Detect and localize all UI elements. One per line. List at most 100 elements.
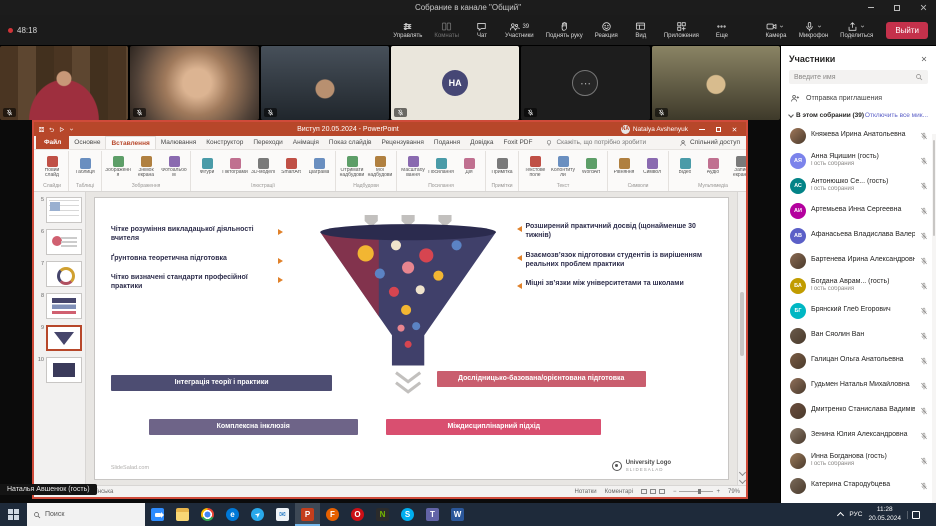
micoff-icon[interactable] bbox=[920, 432, 928, 440]
slide-thumbnail[interactable] bbox=[46, 293, 82, 319]
micoff-icon[interactable] bbox=[920, 257, 928, 265]
micoff-icon[interactable] bbox=[920, 132, 928, 140]
ppt-tab[interactable]: Файл bbox=[36, 136, 69, 149]
ppt-tab[interactable]: Малювання bbox=[156, 136, 201, 149]
micoff-icon[interactable] bbox=[920, 157, 928, 165]
video-tile[interactable] bbox=[261, 46, 389, 120]
toolbar-manage-button[interactable]: Управлять bbox=[388, 20, 427, 40]
ppt-tab[interactable]: Подання bbox=[429, 136, 465, 149]
taskbar-app-edge[interactable]: e bbox=[220, 503, 245, 526]
view-mode-buttons[interactable] bbox=[641, 489, 665, 494]
ribbon-button[interactable]: Новий слайд bbox=[39, 156, 65, 179]
micoff-icon[interactable] bbox=[920, 232, 928, 240]
participant-search-input[interactable] bbox=[794, 74, 912, 81]
video-tile[interactable] bbox=[0, 46, 128, 120]
slide-thumbnail[interactable] bbox=[46, 261, 82, 287]
micoff-icon[interactable] bbox=[920, 182, 928, 190]
in-meeting-count[interactable]: В этом собрании (39) bbox=[789, 112, 864, 119]
zoom-level[interactable]: 79% bbox=[728, 489, 740, 495]
ribbon-button[interactable]: Піктограми bbox=[222, 158, 248, 176]
ribbon-button[interactable]: Фотоальбом bbox=[161, 156, 187, 179]
micoff-icon[interactable] bbox=[920, 282, 928, 290]
ribbon-button[interactable]: WordArt bbox=[578, 158, 604, 176]
ppt-tab[interactable]: Рецензування bbox=[377, 136, 429, 149]
ribbon-button[interactable]: Аудіо bbox=[700, 158, 726, 176]
video-tile[interactable] bbox=[652, 46, 780, 120]
participant-row[interactable]: Зенина Юлия Александровна bbox=[781, 423, 936, 448]
ribbon-button[interactable]: Відео bbox=[672, 158, 698, 176]
micoff-icon[interactable] bbox=[920, 407, 928, 415]
ppt-tab[interactable]: Конструктор bbox=[201, 136, 248, 149]
participant-row[interactable]: Гудьмен Наталья Михайловна bbox=[781, 373, 936, 398]
micoff-icon[interactable] bbox=[920, 357, 928, 365]
ribbon-button[interactable]: Колонтитули bbox=[550, 156, 576, 179]
video-tile[interactable]: ⋯ bbox=[521, 46, 649, 120]
ribbon-button[interactable]: Отримати надбудови bbox=[339, 156, 365, 179]
ppt-tab[interactable]: Вставлення bbox=[105, 136, 155, 149]
zoom-out-icon[interactable] bbox=[673, 489, 677, 495]
ppt-tab[interactable]: Довідка bbox=[465, 136, 498, 149]
micoff-icon[interactable] bbox=[920, 382, 928, 390]
ribbon-button[interactable]: Зображення bbox=[105, 156, 131, 179]
participant-row[interactable]: Бартенева Ирина Александровна bbox=[781, 248, 936, 273]
taskbar-app-chrome[interactable] bbox=[195, 503, 220, 526]
toolbar-dots-button[interactable]: Еще bbox=[706, 20, 738, 40]
participant-row[interactable]: Дмитренко Станислава Вадимів... bbox=[781, 398, 936, 423]
ribbon-button[interactable]: Запис екрана bbox=[728, 156, 746, 179]
taskbar-app-mail[interactable]: ✉ bbox=[270, 503, 295, 526]
taskbar-app-opera[interactable]: O bbox=[345, 503, 370, 526]
ppt-restore-button[interactable] bbox=[710, 127, 726, 132]
taskbar-app-powerpoint[interactable]: P bbox=[295, 503, 320, 526]
minimize-button[interactable] bbox=[858, 0, 884, 15]
slide-thumbnail[interactable] bbox=[46, 229, 82, 255]
notes-button[interactable]: Нотатки bbox=[575, 489, 597, 495]
zoom-control[interactable] bbox=[673, 489, 720, 495]
ribbon-button[interactable]: Діаграма bbox=[306, 158, 332, 176]
ppt-tab[interactable]: Показ слайдів bbox=[324, 136, 377, 149]
video-tile[interactable]: НА bbox=[391, 46, 519, 120]
language-switcher[interactable]: РУС bbox=[849, 511, 862, 518]
micoff-icon[interactable] bbox=[920, 307, 928, 315]
taskbar-app-firefox[interactable]: F bbox=[320, 503, 345, 526]
next-slide-buttons[interactable] bbox=[738, 470, 746, 483]
mute-all-link[interactable]: Отключить все мик... bbox=[865, 112, 928, 119]
participant-row[interactable]: АИАртемьева Инна Сергеевна bbox=[781, 198, 936, 223]
toolbar-apps-button[interactable]: Приложения bbox=[659, 20, 704, 40]
micoff-icon[interactable] bbox=[920, 207, 928, 215]
taskbar-app-explorer[interactable] bbox=[170, 503, 195, 526]
participant-row[interactable]: Княжева Ирина Анатольевна bbox=[781, 123, 936, 148]
quick-access-toolbar[interactable] bbox=[38, 126, 75, 133]
taskbar-search[interactable] bbox=[27, 503, 145, 526]
slide-thumbnail[interactable] bbox=[46, 357, 82, 383]
ppt-tab[interactable]: Анімація bbox=[288, 136, 324, 149]
ribbon-button[interactable]: Примітка bbox=[489, 158, 515, 176]
leave-button[interactable]: Выйти bbox=[886, 22, 928, 39]
panel-close-button[interactable] bbox=[920, 55, 928, 63]
taskbar-app-skype[interactable]: S bbox=[395, 503, 420, 526]
taskbar-app-teams[interactable]: T bbox=[420, 503, 445, 526]
ppt-account[interactable]: NA Natalya Avshenyuk bbox=[621, 125, 688, 134]
taskbar-app-word[interactable]: W bbox=[445, 503, 470, 526]
ribbon-button[interactable]: 3D-моделі bbox=[250, 158, 276, 176]
taskbar-app-zoom[interactable] bbox=[145, 503, 170, 526]
toolbar-people-button[interactable]: 39Участники bbox=[500, 20, 539, 40]
tray-expand-icon[interactable] bbox=[837, 512, 844, 519]
ribbon-button[interactable]: Масштабування bbox=[400, 156, 426, 179]
maximize-button[interactable] bbox=[884, 0, 910, 15]
ppt-tab[interactable]: Основне bbox=[69, 136, 105, 149]
micoff-icon[interactable] bbox=[920, 457, 928, 465]
participant-row[interactable]: БГБрянский Глеб Егорович bbox=[781, 298, 936, 323]
ribbon-button[interactable]: Текстове поле bbox=[522, 156, 548, 179]
participant-row[interactable]: Галицан Ольга Анатольевна bbox=[781, 348, 936, 373]
ribbon-button[interactable]: Посилання bbox=[428, 158, 454, 176]
toolbar-view-button[interactable]: Вид bbox=[625, 20, 657, 40]
video-tile[interactable] bbox=[130, 46, 258, 120]
ribbon-button[interactable]: Рівняння bbox=[611, 158, 637, 176]
close-button[interactable] bbox=[910, 0, 936, 15]
ribbon-button[interactable]: Фігури bbox=[194, 158, 220, 176]
slide-scrollbar[interactable] bbox=[737, 192, 746, 485]
toolbar-chat-button[interactable]: Чат bbox=[466, 20, 498, 40]
mic-control[interactable]: Микрофон bbox=[794, 20, 833, 40]
micoff-icon[interactable] bbox=[920, 482, 928, 490]
ppt-share-button[interactable]: Спільний доступ bbox=[679, 136, 744, 149]
